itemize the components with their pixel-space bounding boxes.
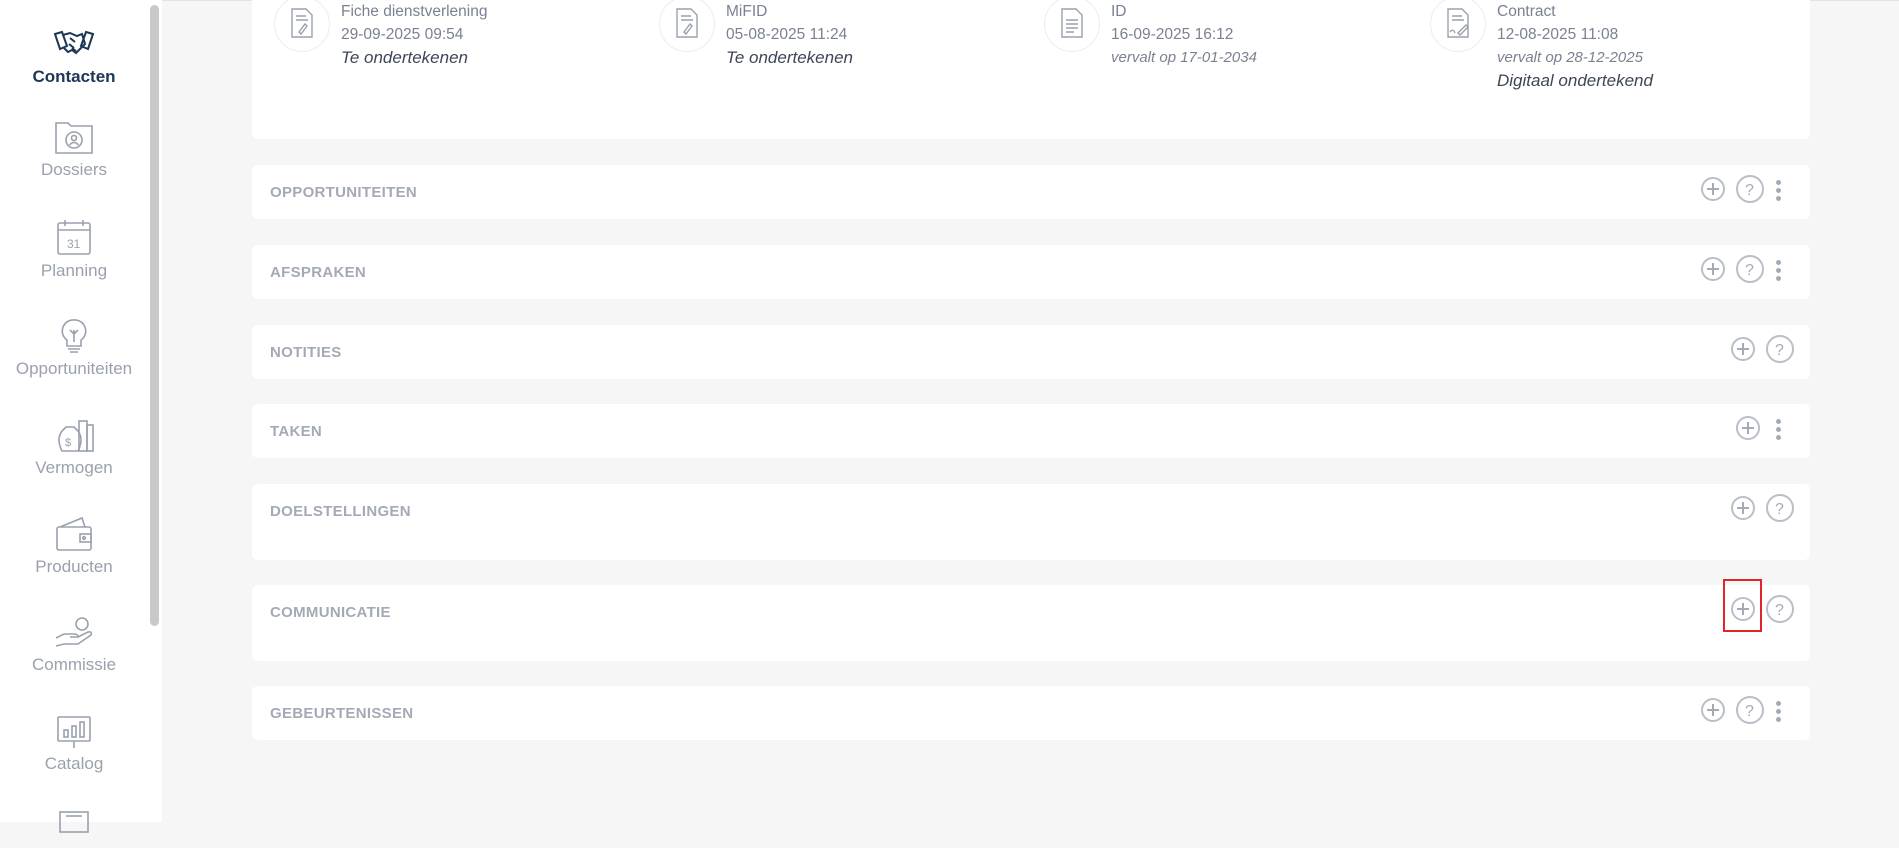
sidebar-item-label: Contacten	[32, 67, 116, 86]
document-expiry: vervalt op 17-01-2034	[1111, 49, 1257, 66]
section-notities: NOTITIES ?	[252, 325, 1810, 379]
section-title: NOTITIES	[270, 344, 342, 361]
add-button[interactable]	[1701, 698, 1725, 722]
add-button[interactable]	[1731, 496, 1755, 520]
plus-icon	[1707, 183, 1719, 195]
section-afspraken: AFSPRAKEN ?	[252, 245, 1810, 299]
sidebar-item-label: Dossiers	[40, 160, 108, 179]
document-date: 29-09-2025 09:54	[341, 26, 464, 43]
sidebar-item-opportuniteiten[interactable]: Opportuniteiten	[0, 316, 148, 379]
calendar-icon: 31	[57, 220, 91, 255]
document-expiry: vervalt op 28-12-2025	[1497, 49, 1643, 66]
sidebar-item-producten[interactable]: Producten	[0, 514, 148, 577]
signed-document-icon	[274, 0, 330, 52]
document-title: Fiche dienstverlening	[341, 3, 488, 20]
highlight-box	[1723, 579, 1762, 632]
question-icon: ?	[1775, 501, 1784, 518]
plus-icon	[1707, 263, 1719, 275]
add-button[interactable]	[1701, 177, 1725, 201]
document-status: Te ondertekenen	[726, 48, 853, 67]
contract-icon	[1430, 0, 1486, 52]
help-button[interactable]: ?	[1736, 175, 1764, 203]
sidebar: Contacten Dossiers 31 Planning Opportuni…	[0, 0, 162, 833]
sidebar-item-vermogen[interactable]: $ Vermogen	[0, 415, 148, 478]
more-menu-button[interactable]	[1773, 258, 1783, 282]
sidebar-item-label: Catalog	[44, 754, 104, 773]
add-button[interactable]	[1701, 257, 1725, 281]
ticket-icon	[59, 811, 89, 833]
question-icon: ?	[1745, 182, 1754, 199]
help-button[interactable]: ?	[1766, 335, 1794, 363]
help-button[interactable]: ?	[1766, 595, 1794, 623]
plus-icon	[1737, 502, 1749, 514]
section-title: GEBEURTENISSEN	[270, 705, 414, 722]
sidebar-item-label: Opportuniteiten	[15, 359, 133, 378]
section-gebeurtenissen: GEBEURTENISSEN ?	[252, 686, 1810, 740]
sidebar-item-commissie[interactable]: Commissie	[0, 612, 148, 675]
svg-text:?: ?	[1745, 703, 1754, 720]
sidebar-item-label: Commissie	[31, 655, 117, 674]
svg-text:?: ?	[1775, 342, 1784, 359]
plus-icon	[1707, 704, 1719, 716]
sidebar-scrollbar[interactable]	[150, 5, 159, 626]
section-title: COMMUNICATIE	[270, 604, 391, 621]
plus-icon	[1742, 422, 1754, 434]
svg-text:?: ?	[1775, 501, 1784, 518]
help-button[interactable]: ?	[1736, 255, 1764, 283]
section-title: OPPORTUNITEITEN	[270, 184, 418, 201]
svg-text:31: 31	[67, 237, 81, 251]
add-button[interactable]	[1731, 337, 1755, 361]
handshake-icon	[53, 30, 95, 55]
document-status: Te ondertekenen	[341, 48, 468, 67]
help-button[interactable]: ?	[1766, 494, 1794, 522]
folder-user-icon	[55, 122, 93, 154]
plus-icon	[1737, 343, 1749, 355]
hand-coin-icon	[55, 617, 92, 647]
document-title: Contract	[1497, 3, 1556, 20]
more-menu-button[interactable]	[1773, 178, 1783, 202]
sidebar-item-label: Planning	[40, 261, 108, 280]
sidebar-item-dossiers[interactable]: Dossiers	[0, 117, 148, 180]
section-communicatie: COMMUNICATIE ?	[252, 585, 1810, 661]
money-bag-icon: $	[58, 420, 94, 452]
documents-card: Fiche dienstverlening 29-09-2025 09:54 T…	[252, 0, 1810, 139]
document-status: Digitaal ondertekend	[1497, 71, 1653, 90]
sidebar-item-label: Producten	[35, 557, 113, 576]
document-title: ID	[1111, 3, 1127, 20]
question-icon: ?	[1775, 602, 1784, 619]
sidebar-item-contacten[interactable]: Contacten	[0, 24, 148, 87]
document-date: 12-08-2025 11:08	[1497, 26, 1619, 43]
svg-text:?: ?	[1745, 262, 1754, 279]
add-button[interactable]	[1736, 416, 1760, 440]
section-taken: TAKEN	[252, 404, 1810, 458]
section-opportuniteiten: OPPORTUNITEITEN ?	[252, 165, 1810, 219]
help-button[interactable]: ?	[1736, 696, 1764, 724]
svg-text:?: ?	[1745, 182, 1754, 199]
svg-text:?: ?	[1775, 602, 1784, 619]
question-icon: ?	[1775, 342, 1784, 359]
section-title: AFSPRAKEN	[270, 264, 367, 281]
more-menu-button[interactable]	[1773, 699, 1783, 723]
lightbulb-icon	[61, 319, 87, 353]
document-icon	[1044, 0, 1100, 52]
document-date: 16-09-2025 16:12	[1111, 26, 1234, 43]
svg-text:$: $	[65, 437, 71, 449]
chart-board-icon	[57, 716, 91, 748]
section-doelstellingen: DOELSTELLINGEN ?	[252, 484, 1810, 560]
sidebar-item-planning[interactable]: 31 Planning	[0, 218, 148, 281]
sidebar-item-catalog[interactable]: Catalog	[0, 711, 148, 774]
section-title: DOELSTELLINGEN	[270, 503, 411, 520]
document-date: 05-08-2025 11:24	[726, 26, 848, 43]
question-icon: ?	[1745, 703, 1754, 720]
document-title: MiFID	[726, 3, 768, 20]
wallet-icon	[56, 516, 92, 551]
sidebar-item-label: Vermogen	[35, 458, 113, 477]
more-menu-button[interactable]	[1773, 417, 1783, 441]
section-title: TAKEN	[270, 423, 323, 440]
question-icon: ?	[1745, 262, 1754, 279]
sidebar-item-partial[interactable]	[0, 808, 148, 848]
signed-document-icon	[659, 0, 715, 52]
